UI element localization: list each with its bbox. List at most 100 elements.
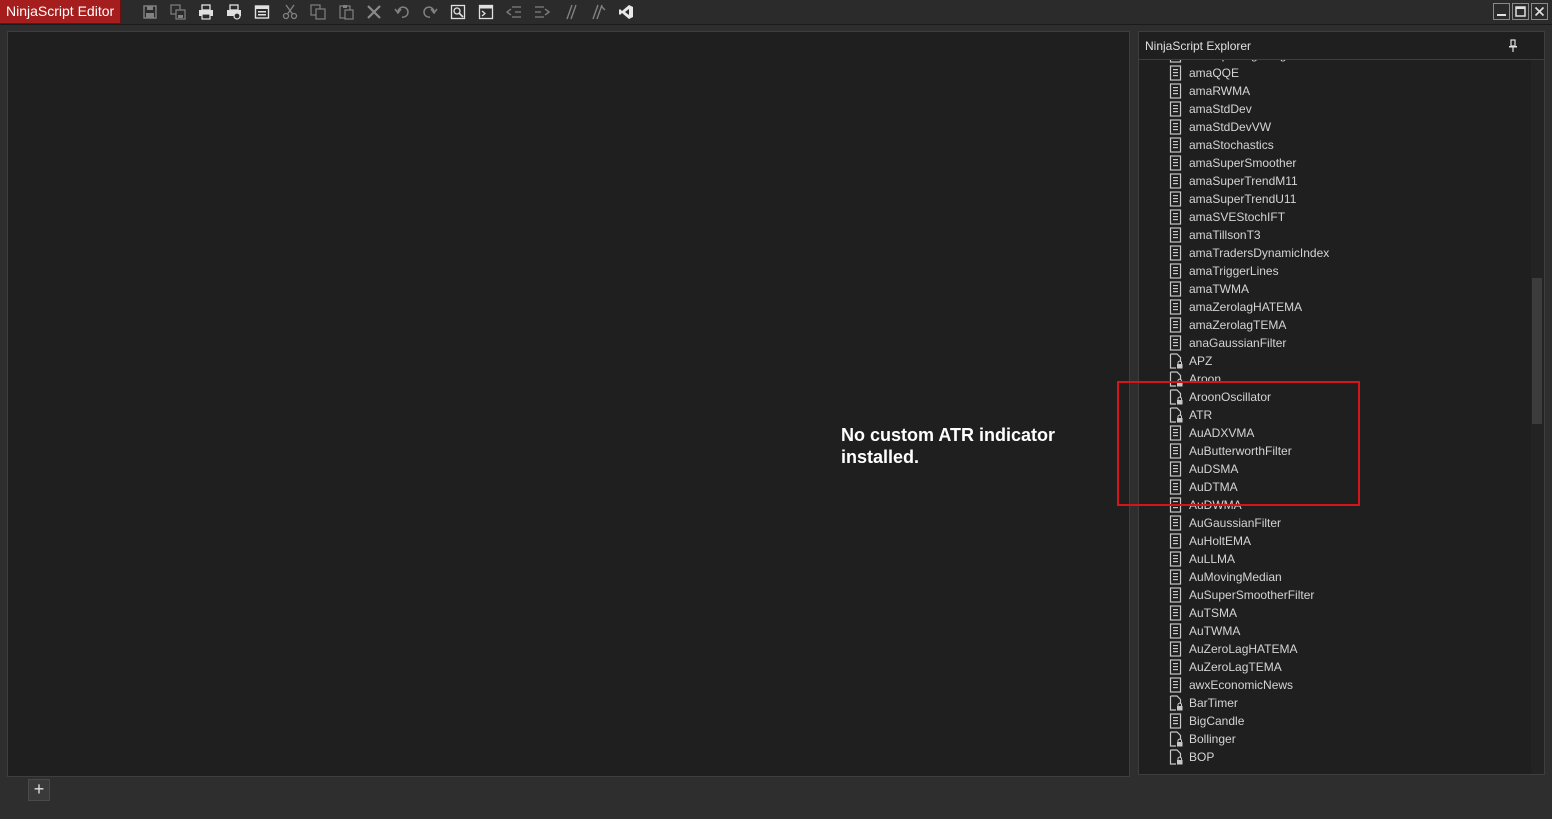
explorer-item-label: amaSuperTrendM11 [1189,174,1298,188]
uncomment-button[interactable] [588,2,608,22]
explorer-item[interactable]: amaZerolagHATEMA [1139,298,1529,316]
comment-button[interactable] [560,2,580,22]
close-icon [1534,6,1545,17]
explorer-item-label: AuTSMA [1189,606,1238,620]
explorer-item[interactable]: amaTWMA [1139,280,1529,298]
file-icon [1169,173,1182,189]
explorer-item[interactable]: amaSVEStochIFT [1139,208,1529,226]
file-icon [1169,245,1182,261]
toolbar [140,2,644,22]
explorer-item[interactable]: BarTimer [1139,694,1529,712]
explorer-item[interactable]: AuLLMA [1139,550,1529,568]
explorer-item[interactable]: AuZeroLagHATEMA [1139,640,1529,658]
file-icon [1169,119,1182,135]
file-icon [1169,677,1182,693]
file-icon [1169,515,1182,531]
find-button[interactable] [448,2,468,22]
maximize-icon [1515,6,1526,17]
file-icon [1169,659,1182,675]
explorer-item-label: BOP [1189,750,1215,764]
explorer-item-label: BigCandle [1189,714,1245,728]
undo-button[interactable] [392,2,412,22]
properties-button[interactable] [252,2,272,22]
file-icon [1169,551,1182,567]
copy-button[interactable] [308,2,328,22]
title-bar: NinjaScript Editor [0,0,1552,25]
explorer-item[interactable]: AuHoltEMA [1139,532,1529,550]
explorer-item[interactable]: AuGaussianFilter [1139,514,1529,532]
explorer-item[interactable]: AuZeroLagTEMA [1139,658,1529,676]
file-icon [1169,209,1182,225]
explorer-item[interactable]: awxEconomicNews [1139,676,1529,694]
maximize-button[interactable] [1512,3,1529,20]
explorer-item[interactable]: AuTWMA [1139,622,1529,640]
file-icon [1169,60,1182,63]
explorer-item[interactable]: amaSuperTrendM11 [1139,172,1529,190]
explorer-item[interactable]: amaSuperSmoother [1139,154,1529,172]
explorer-item[interactable]: amaStdDev [1139,100,1529,118]
outdent-icon [506,6,521,18]
cut-button[interactable] [280,2,300,22]
explorer-item[interactable]: amaTradersDynamicIndex [1139,244,1529,262]
code-editor-area[interactable] [7,31,1130,777]
scrollbar-thumb[interactable] [1532,278,1542,424]
file-icon [1169,191,1182,207]
explorer-item[interactable]: amaTriggerLines [1139,262,1529,280]
comment-icon [566,4,577,20]
minimize-button[interactable] [1493,3,1510,20]
explorer-item-label: Bollinger [1189,732,1236,746]
explorer-item-label: amaSuperSmoother [1189,156,1297,170]
explorer-item[interactable]: amaRWMA [1139,82,1529,100]
explorer-item[interactable]: APZ [1139,352,1529,370]
explorer-item-label: BarTimer [1189,696,1238,710]
explorer-item-label: AuGaussianFilter [1189,516,1282,530]
explorer-item[interactable]: amaQQE [1139,64,1529,82]
locked-file-icon [1169,731,1183,747]
explorer-item[interactable]: amaSuperTrendU11 [1139,190,1529,208]
visual-studio-icon [619,5,633,19]
file-icon [1169,335,1182,351]
explorer-item[interactable]: amaStochastics [1139,136,1529,154]
print-button[interactable] [196,2,216,22]
delete-button[interactable] [364,2,384,22]
explorer-item-label: AuZeroLagTEMA [1189,660,1282,674]
explorer-item[interactable]: amaTillsonT3 [1139,226,1529,244]
locked-file-icon [1169,749,1183,765]
explorer-item[interactable]: amaZerolagTEMA [1139,316,1529,334]
explorer-item[interactable]: AuTSMA [1139,604,1529,622]
paste-button[interactable] [336,2,356,22]
explorer-item[interactable]: amaStdDevVW [1139,118,1529,136]
save-button[interactable] [140,2,160,22]
close-button[interactable] [1531,3,1548,20]
explorer-item-label: amaOpeningRange [1189,60,1293,62]
explorer-item[interactable]: BOP [1139,748,1529,766]
cut-icon [282,4,298,20]
file-icon [1169,713,1182,729]
explorer-item-label: amaQQE [1189,66,1240,80]
explorer-scrollbar[interactable] [1531,60,1544,774]
visual-studio-button[interactable] [616,2,636,22]
explorer-item[interactable]: AuSuperSmootherFilter [1139,586,1529,604]
add-tab-button[interactable]: + [28,779,50,801]
print-preview-button[interactable] [224,2,244,22]
redo-button[interactable] [420,2,440,22]
explorer-item[interactable]: anaGaussianFilter [1139,334,1529,352]
explorer-item[interactable]: BigCandle [1139,712,1529,730]
outdent-button[interactable] [504,2,524,22]
indent-icon [535,6,550,18]
indent-button[interactable] [532,2,552,22]
explorer-item[interactable]: Bollinger [1139,730,1529,748]
compile-button[interactable] [476,2,496,22]
explorer-item[interactable]: AuMovingMedian [1139,568,1529,586]
file-icon [1169,587,1182,603]
minimize-icon [1497,14,1506,16]
pin-icon[interactable] [1508,39,1518,53]
explorer-item-label: amaTradersDynamicIndex [1189,246,1330,260]
save-icon [143,5,157,19]
explorer-item-label: amaTillsonT3 [1189,228,1261,242]
file-icon [1169,83,1182,99]
explorer-item-label: anaGaussianFilter [1189,336,1287,350]
file-icon [1169,155,1182,171]
save-all-button[interactable] [168,2,188,22]
explorer-item-label: amaTWMA [1189,282,1249,296]
